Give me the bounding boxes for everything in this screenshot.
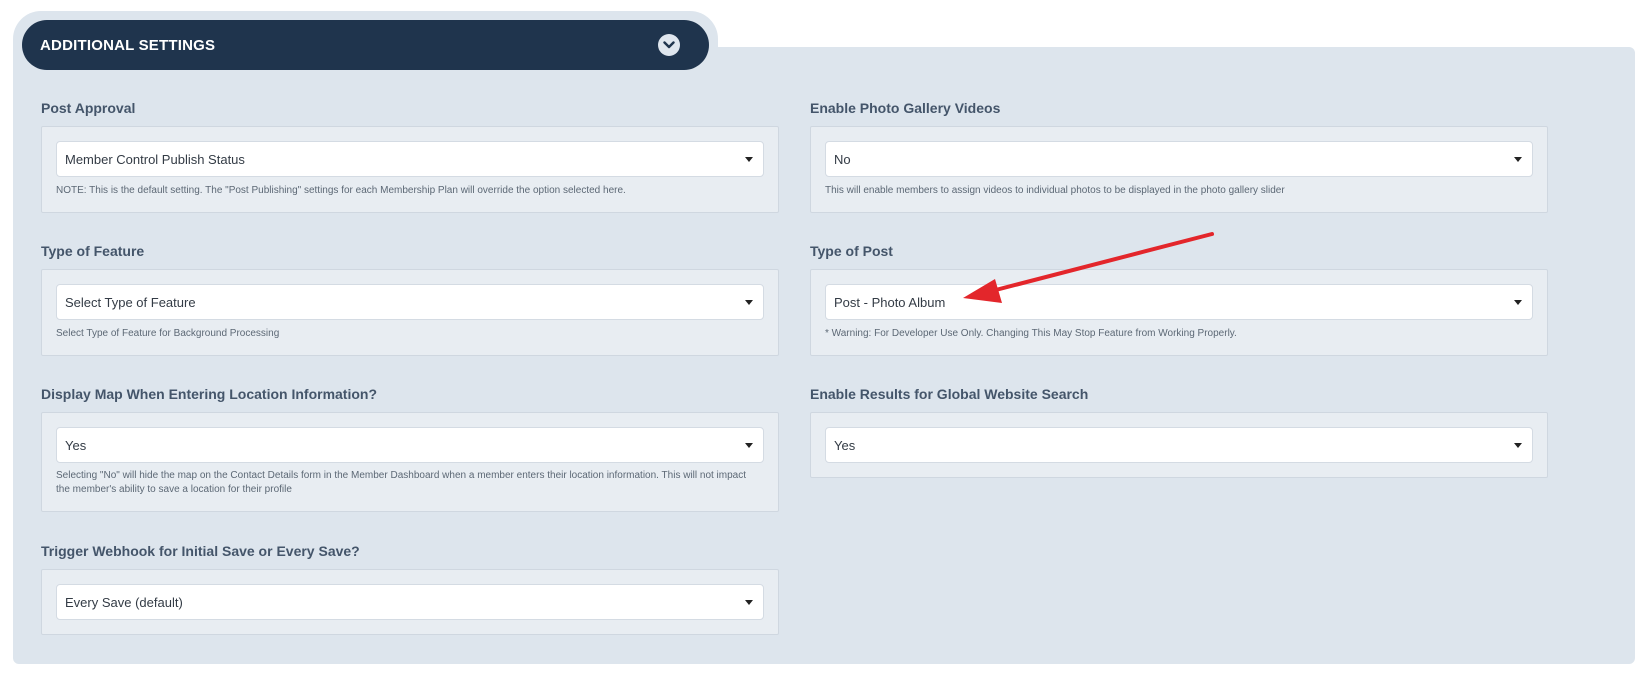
type-of-feature-note: Select Type of Feature for Background Pr… <box>56 328 280 339</box>
photo-gallery-videos-value: No <box>834 151 851 167</box>
chevron-down-icon[interactable] <box>658 34 680 56</box>
webhook-value: Every Save (default) <box>65 594 183 610</box>
additional-settings-header[interactable]: ADDITIONAL SETTINGS <box>22 20 709 70</box>
type-of-feature-value: Select Type of Feature <box>65 294 196 310</box>
webhook-select[interactable]: Every Save (default) <box>56 584 764 620</box>
post-approval-select[interactable]: Member Control Publish Status <box>56 141 764 177</box>
post-approval-field: Member Control Publish Status NOTE: This… <box>41 126 779 213</box>
type-of-feature-select[interactable]: Select Type of Feature <box>56 284 764 320</box>
photo-gallery-videos-note: This will enable members to assign video… <box>825 185 1285 196</box>
type-of-post-label: Type of Post <box>810 243 893 259</box>
display-map-label: Display Map When Entering Location Infor… <box>41 386 378 402</box>
post-approval-label: Post Approval <box>41 100 136 116</box>
global-search-value: Yes <box>834 437 856 453</box>
global-search-select[interactable]: Yes <box>825 427 1533 463</box>
webhook-field: Every Save (default) <box>41 569 779 635</box>
section-title: ADDITIONAL SETTINGS <box>40 36 216 54</box>
caret-down-icon <box>1514 443 1522 448</box>
display-map-select[interactable]: Yes <box>56 427 764 463</box>
webhook-label: Trigger Webhook for Initial Save or Ever… <box>41 543 360 559</box>
type-of-feature-label: Type of Feature <box>41 243 145 259</box>
display-map-value: Yes <box>65 437 87 453</box>
display-map-note: Selecting "No" will hide the map on the … <box>56 470 747 495</box>
global-search-label: Enable Results for Global Website Search <box>810 386 1089 402</box>
display-map-field: Yes Selecting "No" will hide the map on … <box>41 412 779 512</box>
caret-down-icon <box>745 600 753 605</box>
caret-down-icon <box>1514 300 1522 305</box>
type-of-post-field: Post - Photo Album * Warning: For Develo… <box>810 269 1548 356</box>
photo-gallery-videos-select[interactable]: No <box>825 141 1533 177</box>
post-approval-value: Member Control Publish Status <box>65 151 245 167</box>
caret-down-icon <box>745 300 753 305</box>
type-of-post-select[interactable]: Post - Photo Album <box>825 284 1533 320</box>
global-search-field: Yes <box>810 412 1548 478</box>
type-of-post-value: Post - Photo Album <box>834 294 946 310</box>
type-of-post-note: * Warning: For Developer Use Only. Chang… <box>825 328 1237 339</box>
photo-gallery-videos-field: No This will enable members to assign vi… <box>810 126 1548 213</box>
photo-gallery-videos-label: Enable Photo Gallery Videos <box>810 100 1001 116</box>
caret-down-icon <box>1514 157 1522 162</box>
type-of-feature-field: Select Type of Feature Select Type of Fe… <box>41 269 779 356</box>
caret-down-icon <box>745 157 753 162</box>
post-approval-note: NOTE: This is the default setting. The "… <box>56 185 626 196</box>
caret-down-icon <box>745 443 753 448</box>
